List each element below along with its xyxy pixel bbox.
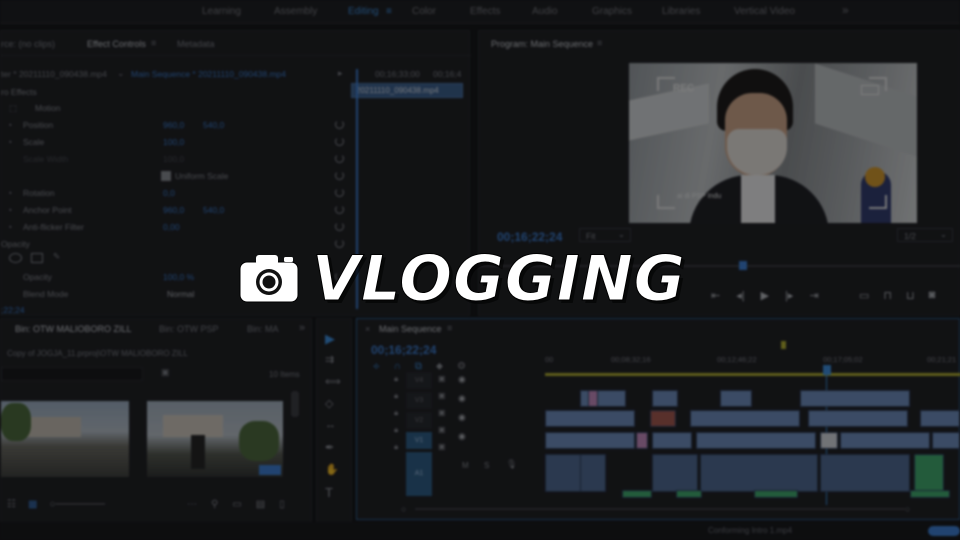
- camera-icon: [239, 255, 299, 303]
- vlogging-title: VLOGGING: [238, 238, 686, 318]
- title-text: VLOGGING: [312, 241, 686, 315]
